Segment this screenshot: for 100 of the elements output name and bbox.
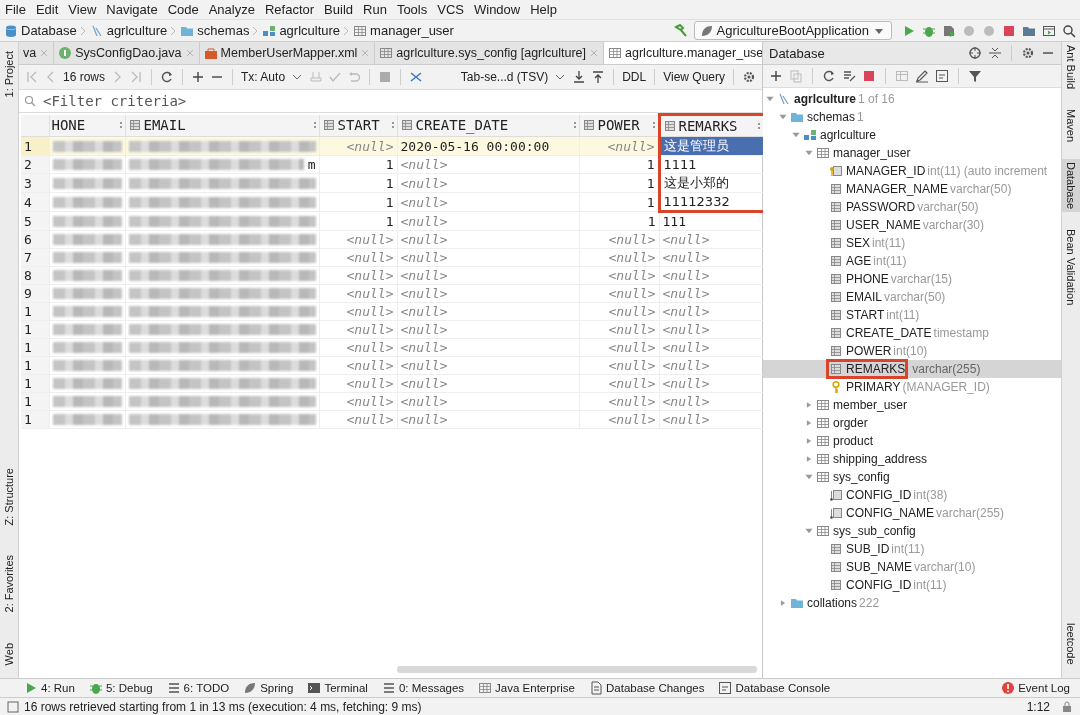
- table-cell[interactable]: <null>: [397, 410, 579, 429]
- lock-icon[interactable]: [1060, 699, 1074, 714]
- editor-tab[interactable]: agrlculture.manager_use: [604, 42, 762, 64]
- crosshair-icon[interactable]: [968, 46, 982, 60]
- tree-item[interactable]: sys_sub_config: [833, 524, 916, 538]
- table-cell[interactable]: <null>: [579, 356, 659, 375]
- menu-item[interactable]: View: [68, 2, 97, 17]
- tool-window-tab[interactable]: 2: Favorites: [3, 552, 15, 616]
- tree-item[interactable]: product: [833, 434, 874, 448]
- caret-position[interactable]: 1:12: [1026, 699, 1050, 714]
- menu-item[interactable]: Analyze: [208, 2, 255, 17]
- table-cell[interactable]: <null>: [319, 392, 397, 411]
- tree-item[interactable]: orgder: [833, 416, 868, 430]
- tree-item[interactable]: CREATE_DATE: [846, 326, 932, 340]
- menu-item[interactable]: Tools: [396, 2, 428, 17]
- tree-item[interactable]: AGE: [846, 254, 872, 268]
- menu-item[interactable]: Run: [363, 2, 387, 17]
- run-icon[interactable]: [902, 23, 916, 38]
- table-cell[interactable]: 1: [319, 192, 397, 212]
- tree-item[interactable]: SEX: [846, 236, 870, 250]
- table-cell[interactable]: <null>: [319, 248, 397, 267]
- view-query-button[interactable]: View Query: [663, 70, 725, 84]
- table-cell[interactable]: 1: [579, 173, 659, 193]
- commit-icon[interactable]: [309, 70, 324, 84]
- tree-item[interactable]: agrlculture: [794, 92, 856, 106]
- tool-window-button[interactable]: 4: Run: [24, 681, 75, 695]
- breadcrumb-item[interactable]: schemas: [197, 23, 250, 38]
- tree-item[interactable]: MANAGER_NAME: [846, 182, 949, 196]
- table-cell[interactable]: 1: [579, 211, 659, 231]
- table-cell[interactable]: 1: [319, 173, 397, 193]
- tool-window-tab[interactable]: Z: Structure: [3, 464, 15, 529]
- tree-item[interactable]: CONFIG_NAME: [846, 506, 934, 520]
- editor-tab[interactable]: va: [19, 42, 55, 64]
- menu-item[interactable]: Code: [167, 2, 199, 17]
- table-cell[interactable]: <null>: [319, 320, 397, 339]
- tree-item[interactable]: SUB_NAME: [846, 560, 913, 574]
- table-cell[interactable]: <null>: [319, 284, 397, 303]
- tree-item[interactable]: POWER: [846, 344, 892, 358]
- table-cell[interactable]: 1: [319, 211, 397, 231]
- column-header[interactable]: EMAIL: [143, 117, 186, 134]
- table-cell[interactable]: <null>: [397, 248, 579, 267]
- menu-item[interactable]: Edit: [35, 2, 59, 17]
- tool-window-tab[interactable]: Database: [1062, 159, 1080, 213]
- tree-item[interactable]: EMAIL: [846, 290, 882, 304]
- table-cell[interactable]: <null>: [579, 392, 659, 411]
- stop-icon[interactable]: [378, 70, 393, 84]
- copy-icon[interactable]: [789, 69, 803, 83]
- table-icon[interactable]: [895, 69, 909, 83]
- table-cell[interactable]: <null>: [319, 410, 397, 429]
- breadcrumb-item[interactable]: manager_user: [370, 23, 454, 38]
- table-cell[interactable]: 1: [319, 155, 397, 174]
- refresh-icon[interactable]: [160, 70, 175, 84]
- event-log-button[interactable]: Event Log: [1001, 681, 1070, 695]
- tree-item[interactable]: PHONE: [846, 272, 889, 286]
- table-cell[interactable]: <null>: [319, 302, 397, 321]
- tree-item[interactable]: SUB_ID: [846, 542, 890, 556]
- table-cell[interactable]: <null>: [397, 155, 579, 174]
- collapse-icon[interactable]: [988, 46, 1002, 60]
- tree-item[interactable]: shipping_address: [833, 452, 928, 466]
- download-icon[interactable]: [572, 70, 587, 84]
- tree-item[interactable]: PASSWORD: [846, 200, 916, 214]
- menu-item[interactable]: File: [5, 2, 26, 17]
- tree-item[interactable]: manager_user: [833, 146, 911, 160]
- table-cell[interactable]: <null>: [397, 302, 579, 321]
- table-cell[interactable]: <null>: [397, 284, 579, 303]
- tree-item[interactable]: collations: [807, 596, 858, 610]
- compare-icon[interactable]: [409, 70, 424, 84]
- tree-item[interactable]: REMARKS: [846, 362, 906, 376]
- hammer-icon[interactable]: [673, 23, 688, 38]
- tool-window-button[interactable]: 6: TODO: [166, 681, 230, 695]
- table-cell[interactable]: <null>: [397, 230, 579, 249]
- ddl-button[interactable]: DDL: [622, 70, 647, 84]
- tree-item[interactable]: agrlculture: [820, 128, 877, 142]
- tree-item[interactable]: member_user: [833, 398, 908, 412]
- table-cell[interactable]: <null>: [319, 230, 397, 249]
- table-cell[interactable]: <null>: [579, 302, 659, 321]
- tree-item[interactable]: CONFIG_ID: [846, 578, 912, 592]
- stop-icon[interactable]: [862, 69, 876, 83]
- column-menu-icon[interactable]: [572, 120, 577, 131]
- table-cell[interactable]: <null>: [397, 192, 579, 212]
- tool-window-button[interactable]: Terminal: [307, 681, 368, 695]
- table-cell[interactable]: <null>: [397, 392, 579, 411]
- menu-item[interactable]: Build: [324, 2, 353, 17]
- status-icon[interactable]: [6, 699, 20, 714]
- column-menu-icon[interactable]: [312, 120, 317, 131]
- settings-icon[interactable]: [1021, 46, 1035, 60]
- table-cell[interactable]: <null>: [579, 320, 659, 339]
- table-cell[interactable]: <null>: [579, 374, 659, 393]
- editor-tab[interactable]: MemberUserMapper.xml: [199, 42, 376, 64]
- tree-item[interactable]: MANAGER_ID: [846, 164, 926, 178]
- tree-item[interactable]: CONFIG_ID: [846, 488, 912, 502]
- table-cell[interactable]: 1: [579, 192, 659, 212]
- tool-window-button[interactable]: Database Console: [718, 681, 831, 695]
- upload-icon[interactable]: [591, 70, 606, 84]
- tool-window-tab[interactable]: Web: [3, 639, 15, 668]
- table-cell[interactable]: <null>: [397, 266, 579, 285]
- scrollbar-thumb[interactable]: [397, 666, 757, 673]
- tool-window-button[interactable]: 0: Messages: [381, 681, 465, 695]
- run-configuration-dropdown[interactable]: AgricultureBootApplication: [693, 21, 892, 40]
- check-icon[interactable]: [328, 70, 343, 84]
